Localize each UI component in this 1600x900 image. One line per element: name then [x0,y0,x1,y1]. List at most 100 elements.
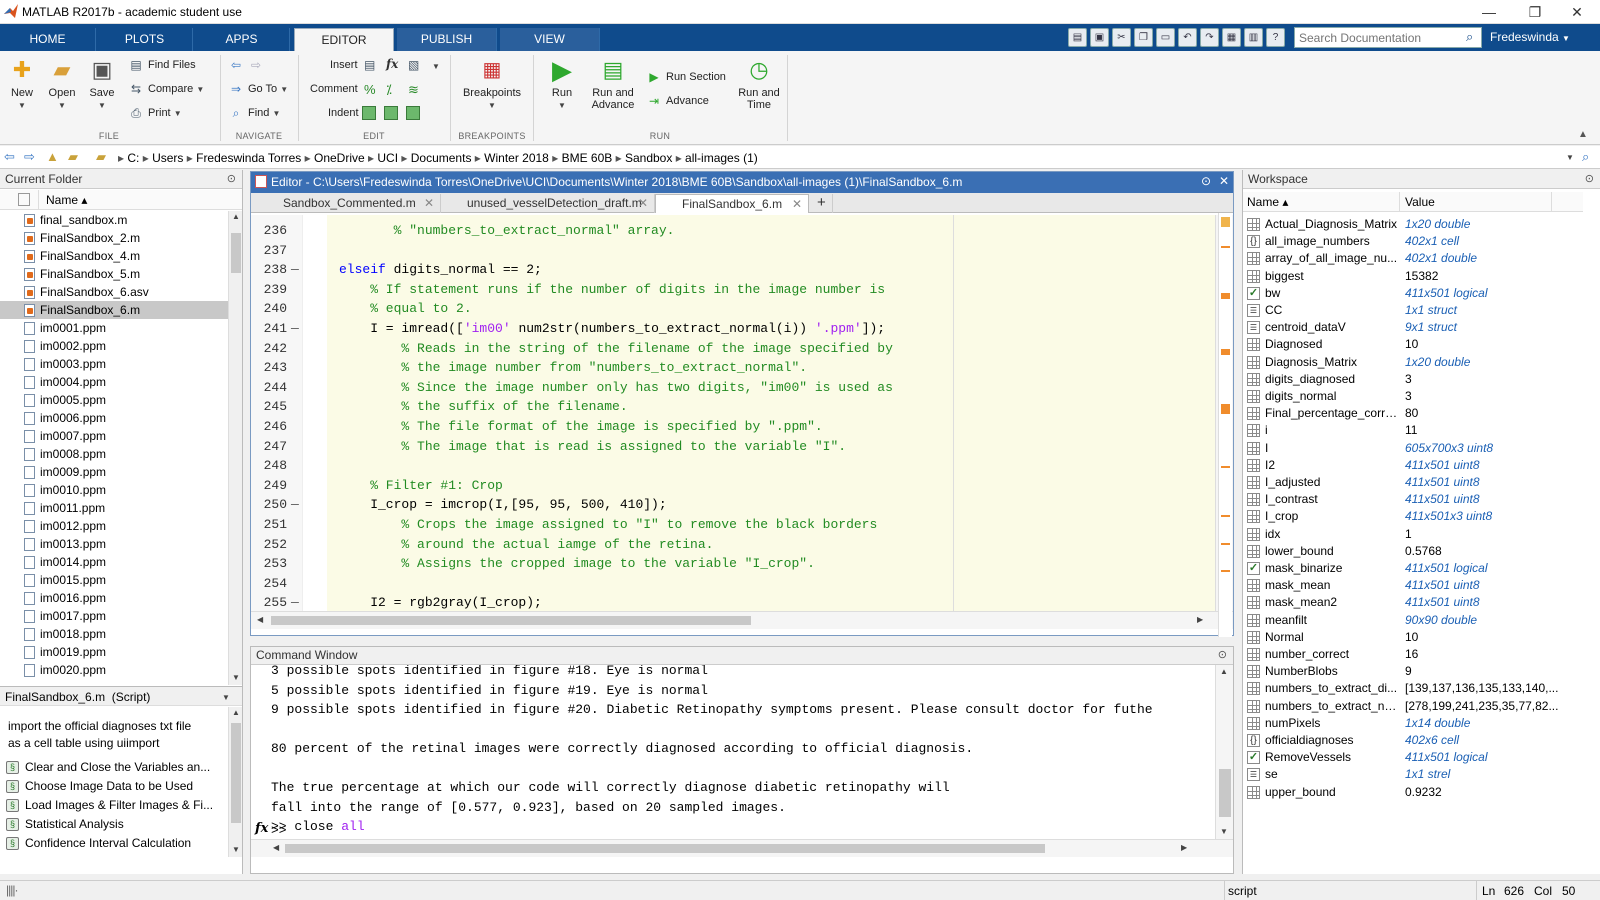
advance-button[interactable]: ⇥ Advance [646,92,709,110]
variable-value[interactable]: 1x1 struct [1405,302,1585,319]
variable-value[interactable]: 411x501 logical [1405,560,1585,577]
file-list-item[interactable]: im0012.ppm [0,517,228,535]
file-list-item[interactable]: FinalSandbox_6.m [0,301,228,319]
file-list-item[interactable]: im0001.ppm [0,319,228,337]
code-line[interactable]: 246 % The file format of the image is sp… [251,417,1215,437]
tab-apps[interactable]: APPS [194,28,290,51]
workspace-variable-row[interactable]: I_adjusted 411x501 uint8 [1243,474,1600,491]
open-icon[interactable]: ▤ [1068,28,1087,47]
file-list-item[interactable]: im0008.ppm [0,445,228,463]
code-line[interactable]: 251 % Crops the image assigned to "I" to… [251,515,1215,535]
go-to-button[interactable]: ⇒ Go To ▼ [228,80,288,98]
smart-indent-icon[interactable] [362,106,376,120]
run-and-advance-button[interactable]: ▤ Run and Advance [588,57,638,111]
run-button[interactable]: ▶ Run ▼ [544,57,580,112]
uncomment-icon[interactable]: ⁒ [386,82,392,98]
workspace-variable-row[interactable]: Final_percentage_corre... 80 [1243,405,1600,422]
workspace-variable-row[interactable]: ☰ centroid_dataV 9x1 struct [1243,319,1600,336]
cut-icon[interactable]: ✂ [1112,28,1131,47]
variable-value[interactable]: 1x20 double [1405,354,1585,371]
file-list-item[interactable]: im0018.ppm [0,625,228,643]
workspace-variable-row[interactable]: ☰ se 1x1 strel [1243,766,1600,783]
workspace-variable-row[interactable]: I 605x700x3 uint8 [1243,440,1600,457]
workspace-variable-row[interactable]: {} officialdiagnoses 402x6 cell [1243,732,1600,749]
new-button[interactable]: ✚ New ▼ [4,57,40,112]
workspace-variable-row[interactable]: Diagnosed 10 [1243,336,1600,353]
back-forward-buttons[interactable]: ⇦ ⇨ [228,56,268,74]
section-list-item[interactable]: § Clear and Close the Variables an... [6,758,210,777]
fold-marker[interactable]: — [291,593,299,611]
chevron-down-icon[interactable]: ▼ [1566,153,1574,162]
code-line[interactable]: 250— I_crop = imcrop(I,[95, 95, 500, 410… [251,495,1215,515]
tab-home[interactable]: HOME [0,28,96,51]
comment-percent-icon[interactable]: % [364,82,376,97]
close-tab-icon[interactable]: ✕ [424,194,434,212]
file-list-item[interactable]: FinalSandbox_4.m [0,247,228,265]
workspace-variable-row[interactable]: ✓ mask_binarize 411x501 logical [1243,560,1600,577]
ws-value-column-header[interactable]: Value [1405,195,1435,209]
code-line[interactable]: 248 [251,456,1215,476]
code-line[interactable]: 242 % Reads in the string of the filenam… [251,339,1215,359]
details-scrollbar[interactable]: ▲ ▼ [228,707,242,857]
decrease-indent-icon[interactable] [406,106,420,120]
variable-value[interactable]: 411x501 uint8 [1405,577,1585,594]
code-line[interactable]: 247 % The image that is read is assigned… [251,437,1215,457]
copy-icon[interactable]: ❐ [1134,28,1153,47]
section-list-item[interactable]: § Choose Image Data to be Used [6,777,193,796]
file-list-item[interactable]: im0015.ppm [0,571,228,589]
code-area[interactable]: 236 % "numbers_to_extract_normal" array.… [251,215,1233,611]
back-icon[interactable]: ⇦ [4,149,15,165]
workspace-variable-row[interactable]: {} all_image_numbers 402x1 cell [1243,233,1600,250]
workspace-variable-row[interactable]: digits_diagnosed 3 [1243,371,1600,388]
code-line[interactable]: 243 % the image number from "numbers_to_… [251,358,1215,378]
save-icon[interactable]: ▣ [1090,28,1109,47]
variable-value[interactable]: 402x1 cell [1405,233,1585,250]
file-list-item[interactable]: FinalSandbox_5.m [0,265,228,283]
code-line[interactable]: 237 [251,241,1215,261]
chevron-down-icon[interactable]: ▼ [222,693,230,702]
switch-windows-icon[interactable]: ▦ [1222,28,1241,47]
search-documentation-input[interactable] [1294,27,1482,48]
close-tab-icon[interactable]: ✕ [638,194,648,212]
code-line[interactable]: 236 % "numbers_to_extract_normal" array. [251,221,1215,241]
variable-value[interactable]: 411x501x3 uint8 [1405,508,1585,525]
insert-function-icon[interactable]: fx [386,57,402,73]
name-column-header[interactable]: Name ▴ [46,193,87,207]
workspace-variable-row[interactable]: lower_bound 0.5768 [1243,543,1600,560]
breadcrumb-item[interactable]: C: [127,151,139,165]
browse-folder-icon[interactable]: ▰ [68,149,78,165]
editor-menu-icon[interactable]: ⊙ [1201,174,1211,188]
help-icon[interactable]: ? [1266,28,1285,47]
variable-value[interactable]: 1x14 double [1405,715,1585,732]
workspace-variable-row[interactable]: digits_normal 3 [1243,388,1600,405]
variable-value[interactable]: 411x501 uint8 [1405,491,1585,508]
file-list-item[interactable]: FinalSandbox_2.m [0,229,228,247]
breadcrumb-item[interactable]: UCI [377,151,398,165]
editor-tab[interactable]: unused_vesselDetection_draft.m ✕ [441,194,655,213]
variable-value[interactable]: 402x1 double [1405,250,1585,267]
tab-plots[interactable]: PLOTS [97,28,193,51]
fold-marker[interactable]: — [291,260,299,280]
compare-button[interactable]: ⇆ Compare ▼ [128,80,204,98]
fold-marker[interactable]: — [291,495,299,515]
file-list-item[interactable]: im0017.ppm [0,607,228,625]
breadcrumb-item[interactable]: OneDrive [314,151,365,165]
code-line[interactable]: 244 % Since the image number only has tw… [251,378,1215,398]
workspace-variable-row[interactable]: Normal 10 [1243,629,1600,646]
variable-value[interactable]: 411x501 uint8 [1405,594,1585,611]
workspace-variable-row[interactable]: mask_mean2 411x501 uint8 [1243,594,1600,611]
code-line[interactable]: 255— I2 = rgb2gray(I_crop); [251,593,1215,611]
chevron-down-icon[interactable]: ▼ [432,62,440,71]
print-button[interactable]: ⎙ Print ▼ [128,104,181,122]
workspace-variable-row[interactable]: meanfilt 90x90 double [1243,612,1600,629]
insert-block-icon[interactable]: ▧ [408,58,424,74]
variable-value[interactable]: 411x501 logical [1405,749,1585,766]
code-line[interactable]: 249 % Filter #1: Crop [251,476,1215,496]
file-list-item[interactable]: im0013.ppm [0,535,228,553]
run-section-button[interactable]: ▶ Run Section [646,68,726,86]
file-list-item[interactable]: im0014.ppm [0,553,228,571]
fold-marker[interactable]: — [291,319,299,339]
function-browser-icon[interactable]: fx [255,821,268,836]
insert-section-icon[interactable]: ▤ [364,58,380,74]
file-list-item[interactable]: FinalSandbox_6.asv [0,283,228,301]
